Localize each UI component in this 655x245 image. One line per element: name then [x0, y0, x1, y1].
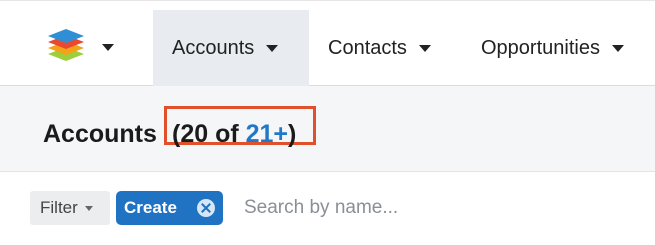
chevron-down-icon[interactable] [611, 45, 624, 52]
create-pill-label: Create [124, 198, 177, 217]
page-title: Accounts [43, 120, 157, 148]
tab-contacts[interactable]: Contacts [309, 10, 457, 87]
tab-contacts-label: Contacts [328, 37, 407, 59]
list-view-header: Accounts (20 of 21+) [0, 86, 655, 172]
record-count-prefix: (20 of [172, 120, 246, 148]
record-count-total-link[interactable]: 21+ [246, 120, 288, 148]
filter-label: Filter [40, 198, 78, 217]
record-count-suffix: ) [288, 120, 297, 148]
filter-dropdown-button[interactable]: Filter [30, 191, 110, 225]
chevron-down-icon [84, 205, 93, 211]
tab-opportunities-label: Opportunities [481, 37, 600, 59]
logo-menu[interactable] [44, 27, 114, 67]
filter-bar: Filter Create [0, 172, 655, 245]
stacked-layers-logo-icon [44, 25, 88, 70]
top-navigation-bar: Accounts Contacts Opportunities [0, 0, 655, 87]
accounts-list-page: Accounts Contacts Opportunities Accounts… [0, 0, 655, 245]
close-icon[interactable] [197, 199, 215, 217]
chevron-down-icon[interactable] [266, 45, 279, 52]
record-count: (20 of 21+) [172, 119, 296, 149]
tab-opportunities[interactable]: Opportunities [457, 10, 655, 87]
tab-accounts-label: Accounts [172, 37, 255, 59]
search-input[interactable] [232, 191, 632, 225]
create-filter-pill[interactable]: Create [116, 191, 223, 225]
tab-accounts[interactable]: Accounts [153, 10, 309, 87]
logo-chevron-down-icon [102, 43, 114, 51]
chevron-down-icon[interactable] [418, 45, 431, 52]
